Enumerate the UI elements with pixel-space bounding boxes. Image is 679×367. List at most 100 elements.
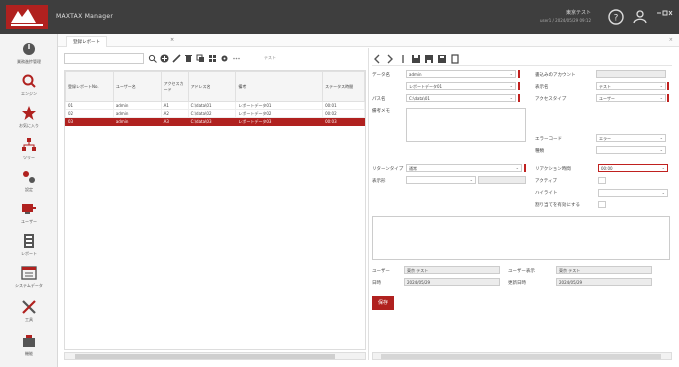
delete-icon[interactable] (184, 54, 193, 63)
date-label: 日時 (372, 281, 381, 286)
column-header[interactable]: ステータス時間 (322, 71, 365, 102)
user-field: 東京 テスト (404, 266, 500, 274)
app-title: MAXTAX Manager (56, 13, 114, 20)
dropdown-arrow-icon[interactable]: ⌄ (470, 177, 473, 182)
required-marker (518, 94, 520, 102)
save-icon[interactable] (411, 54, 421, 64)
table-row[interactable]: 01 admin A1 C:\data\01 レポートデータ01 00:01 (65, 101, 365, 110)
error-code-label: エラーコード (535, 137, 562, 142)
field-value: admin (409, 72, 422, 77)
memo-textarea[interactable] (406, 108, 526, 142)
dropdown-arrow-icon[interactable]: ⌄ (660, 135, 663, 140)
user-name: 東京テスト (565, 10, 591, 16)
path-field[interactable]: C:\data\01 ⌄ (406, 94, 516, 102)
highlight-field[interactable]: ⌄ (598, 189, 668, 197)
dropdown-arrow-icon[interactable]: ⌄ (510, 95, 513, 100)
save-all-icon[interactable] (437, 54, 447, 64)
display-name-label: 表示名 (535, 85, 549, 90)
nav-item-system[interactable]: システムデータ (0, 262, 58, 294)
save-button[interactable]: 保存 (372, 296, 394, 310)
field-value: エラー (599, 136, 611, 141)
dropdown-arrow-icon[interactable]: ⌄ (660, 95, 663, 100)
account-icon[interactable] (631, 8, 649, 26)
more-icon[interactable] (232, 54, 241, 63)
grid-horizontal-scrollbar[interactable] (64, 352, 366, 360)
scroll-thumb[interactable] (381, 354, 661, 359)
access-type-field[interactable]: ユーザー ⌄ (596, 94, 666, 102)
edit-icon[interactable] (172, 54, 181, 63)
detail-horizontal-scrollbar[interactable] (372, 352, 672, 360)
nav-item-tools[interactable]: 工具 (0, 296, 58, 328)
dropdown-arrow-icon[interactable]: ⌄ (660, 83, 663, 88)
required-marker (518, 82, 520, 90)
column-header[interactable]: 登録レポートNo. (65, 71, 114, 102)
sort-icon[interactable] (398, 54, 408, 64)
notes-textarea[interactable] (372, 216, 670, 260)
field-value: 2024/05/29 (407, 280, 431, 285)
field-value: 東京 テスト (407, 268, 429, 273)
help-icon[interactable]: ? (607, 8, 625, 26)
table-row[interactable]: 02 admin A2 C:\data\02 レポートデータ02 00:02 (65, 109, 365, 118)
nav-item-tree[interactable]: ツリー (0, 134, 58, 166)
table-row-selected[interactable]: 03 admin A3 C:\data\03 レポートデータ03 00:03 (65, 117, 365, 126)
dropdown-arrow-icon[interactable]: ⌄ (662, 190, 665, 195)
column-header[interactable]: 備考 (235, 71, 324, 102)
tab-close-button[interactable]: × (170, 37, 174, 43)
column-header[interactable]: アクセスカード (160, 71, 189, 102)
type-field[interactable]: ⌄ (596, 146, 666, 154)
dropdown-arrow-icon[interactable]: ⌄ (662, 165, 665, 170)
report-data-field[interactable]: レポートデータ01 ⌄ (406, 82, 516, 90)
search-icon[interactable] (148, 54, 157, 63)
panel-divider[interactable] (368, 48, 369, 360)
feature-icon (23, 335, 35, 347)
copy-icon[interactable] (196, 54, 205, 63)
column-header[interactable]: アドレス名 (187, 71, 237, 102)
required-marker (524, 164, 526, 172)
panel-close-button[interactable]: × (669, 37, 673, 43)
assignment-checkbox[interactable] (598, 201, 606, 208)
nav-item-favorites[interactable]: お気に入り (0, 102, 58, 134)
dropdown-arrow-icon[interactable]: ⌄ (660, 147, 663, 152)
back-icon[interactable] (372, 54, 382, 64)
dropdown-arrow-icon[interactable]: ⌄ (510, 71, 513, 76)
nav-label: 工具 (25, 317, 33, 322)
table-cell: レポートデータ01 (235, 101, 324, 110)
app-logo (6, 5, 48, 29)
nav-item-report[interactable]: レポート (0, 230, 58, 262)
reaction-time-field[interactable]: 00:00 ⌄ (598, 164, 668, 172)
scroll-thumb[interactable] (75, 354, 335, 359)
return-type-label: リターンタイプ (372, 167, 404, 172)
add-icon[interactable] (160, 54, 169, 63)
dropdown-arrow-icon[interactable]: ⌄ (510, 83, 513, 88)
active-checkbox[interactable] (598, 177, 606, 184)
nav-item-user[interactable]: ユーザー (0, 198, 58, 230)
nav-item-settings[interactable]: 設定 (0, 166, 58, 198)
display-name-field[interactable]: テスト ⌄ (596, 82, 666, 90)
copy-icon[interactable] (450, 54, 460, 64)
field-value: 2024/05/29 (559, 280, 583, 285)
list-toolbar: テスト (64, 52, 364, 66)
grid-icon[interactable] (208, 54, 217, 63)
column-header[interactable]: ユーザー名 (112, 71, 162, 102)
return-type-field[interactable]: 通常 ⌄ (406, 164, 522, 172)
data-name-field[interactable]: admin ⌄ (406, 70, 516, 78)
error-code-field[interactable]: エラー ⌄ (596, 134, 666, 142)
field-value: 00:00 (601, 166, 613, 171)
window-controls-icon[interactable] (655, 8, 673, 26)
forward-icon[interactable] (385, 54, 395, 64)
nav-item-feature[interactable]: 機能 (0, 330, 58, 362)
required-marker (667, 82, 669, 90)
search-input[interactable] (64, 53, 144, 64)
dropdown-arrow-icon[interactable]: ⌄ (516, 165, 519, 170)
report-icon (24, 234, 34, 248)
table-cell: A2 (160, 109, 189, 118)
tab-report[interactable]: 登録レポート (66, 36, 107, 47)
nav-item-search[interactable]: エンジン (0, 70, 58, 102)
settings-icon[interactable] (220, 54, 229, 63)
save-as-icon[interactable] (424, 54, 434, 64)
data-name-label: データ名 (372, 73, 390, 78)
display-format-field[interactable]: ⌄ (406, 176, 476, 184)
dashboard-icon (23, 43, 35, 55)
table-cell: admin (112, 109, 162, 118)
nav-item-dashboard[interactable]: 業務進捗管理 (0, 38, 58, 70)
